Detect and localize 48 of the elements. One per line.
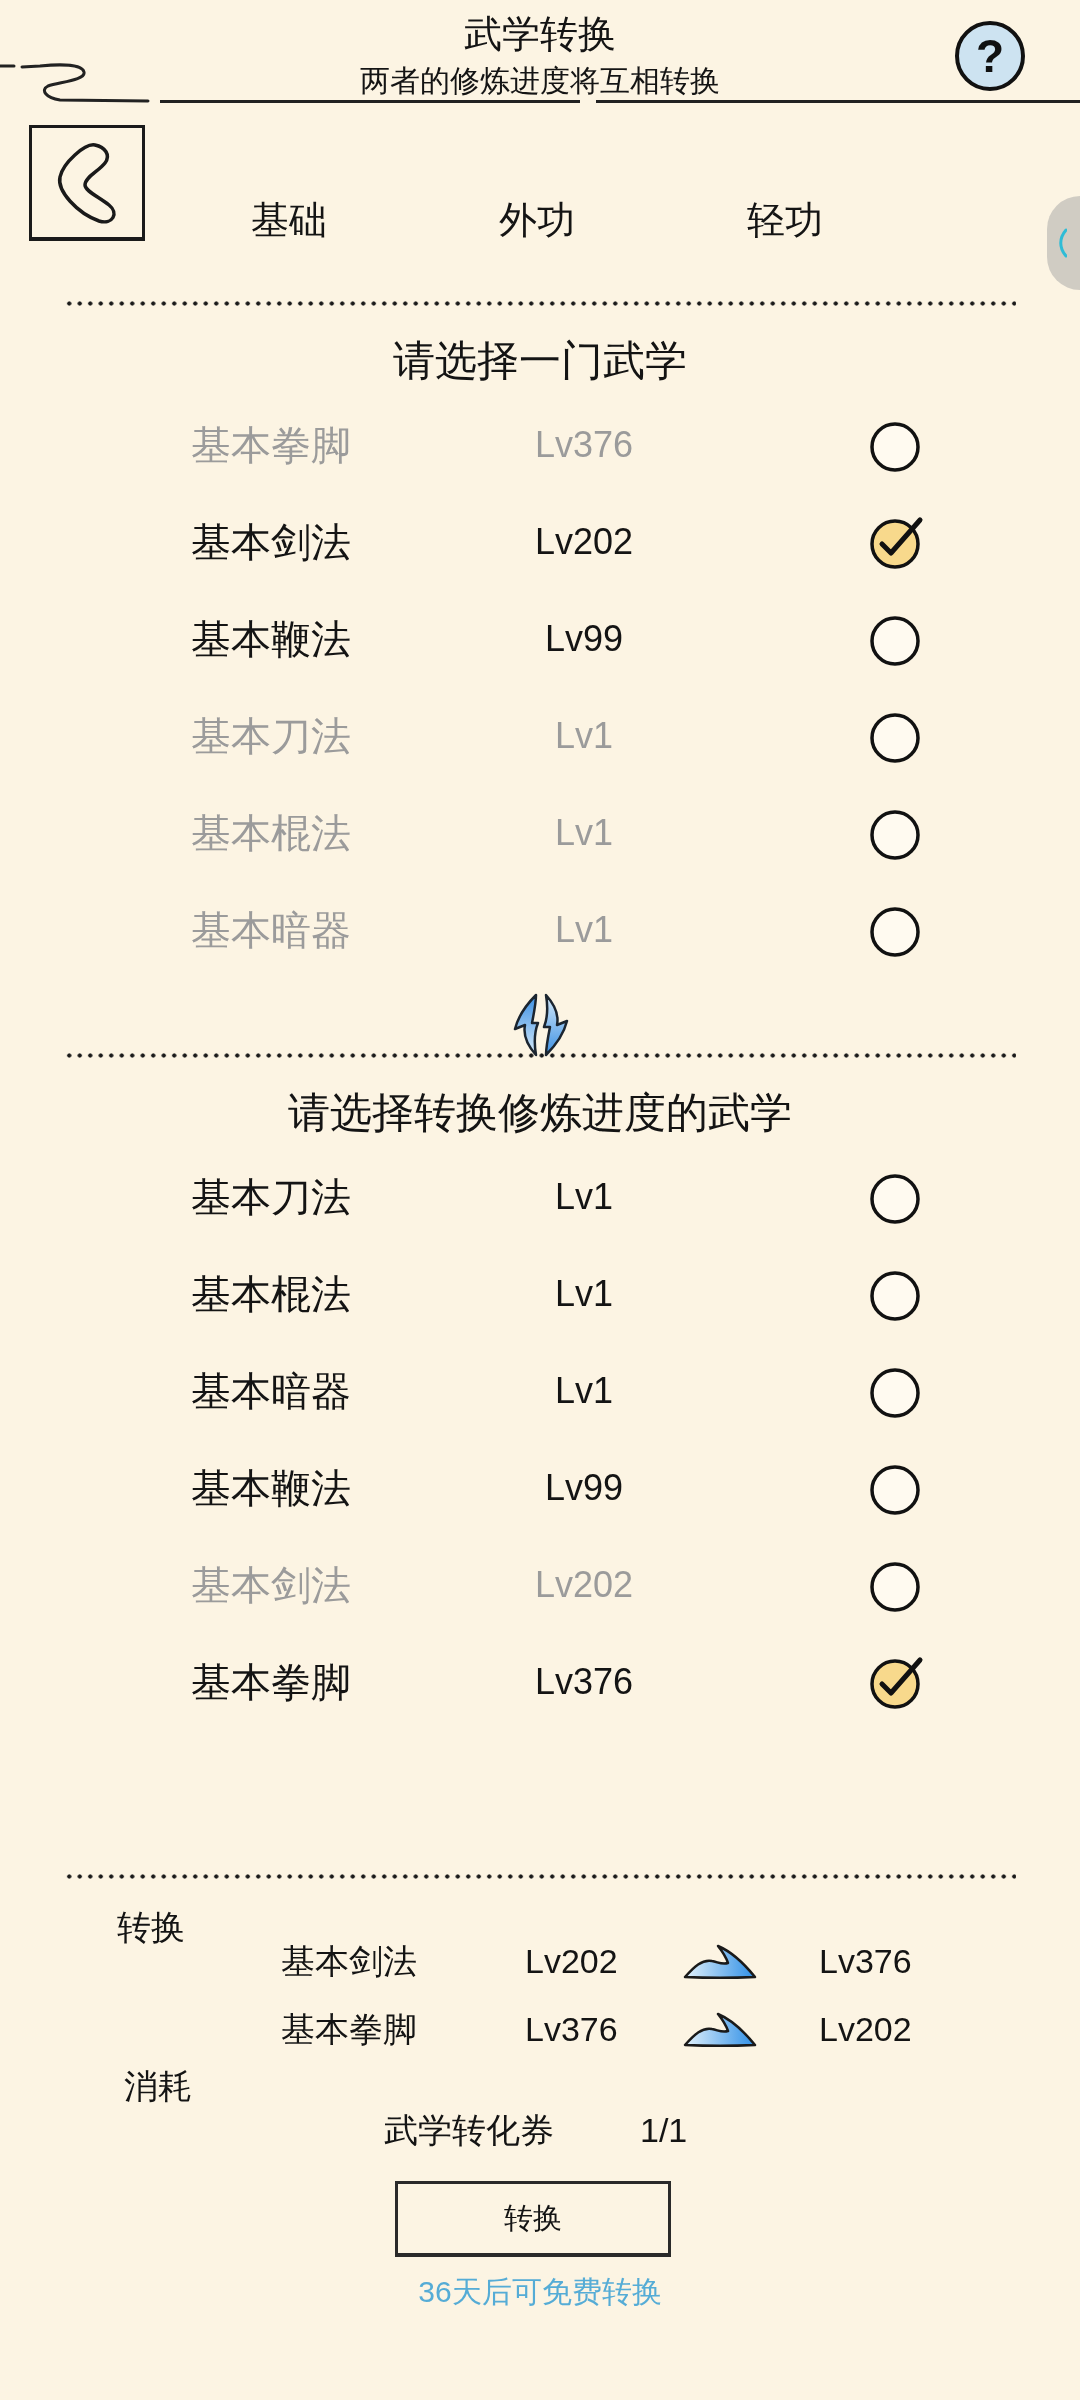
skill-name: 基本鞭法 (191, 615, 351, 663)
skill-name: 基本拳脚 (191, 421, 351, 469)
section-heading: 请选择一门武学 (393, 336, 687, 386)
level-after: Lv376 (819, 1941, 912, 1982)
skill-level: Lv376 (534, 422, 634, 467)
skill-name: 基本棍法 (191, 809, 351, 857)
page-title: 武学转换 (464, 12, 616, 56)
skill-name: 基本暗器 (191, 1367, 351, 1415)
skill-name: 基本剑法 (281, 1941, 417, 1982)
level-before: Lv376 (525, 2009, 618, 2050)
convert-button[interactable]: 转换 (395, 2181, 671, 2257)
skill-level: Lv1 (554, 713, 613, 758)
skill-level: Lv1 (554, 810, 613, 855)
skill-level: Lv376 (534, 1659, 634, 1704)
skill-name: 基本拳脚 (191, 1658, 351, 1706)
skill-name: 基本鞭法 (191, 1464, 351, 1512)
section-label: 转换 (117, 1907, 185, 1948)
level-after: Lv202 (819, 2009, 912, 2050)
level-before: Lv202 (525, 1941, 618, 1982)
item-name: 武学转化券 (384, 2110, 554, 2151)
tab[interactable]: 轻功 (747, 198, 823, 242)
item-count: 1/1 (640, 2110, 688, 2151)
skill-level: Lv1 (554, 1271, 613, 1316)
skill-name: 基本暗器 (191, 906, 351, 954)
free-convert-note: 36天后可免费转换 (418, 2274, 662, 2310)
skill-name: 基本刀法 (191, 712, 351, 760)
skill-level: Lv99 (544, 1465, 624, 1510)
skill-name: 基本剑法 (191, 1561, 351, 1609)
skill-level: Lv202 (534, 1562, 634, 1607)
skill-name: 基本拳脚 (281, 2009, 417, 2050)
skill-level: Lv1 (554, 907, 613, 952)
skill-name: 基本刀法 (191, 1173, 351, 1221)
skill-name: 基本棍法 (191, 1270, 351, 1318)
section-label: 消耗 (124, 2066, 192, 2107)
skill-level: Lv202 (534, 519, 634, 564)
skill-level: Lv1 (554, 1174, 613, 1219)
tab[interactable]: 外功 (499, 198, 575, 242)
arc-icon (1057, 228, 1067, 258)
swap-arrows-icon (512, 993, 570, 1057)
skill-name: 基本剑法 (191, 518, 351, 566)
tab[interactable]: 基础 (251, 198, 327, 242)
section-heading: 请选择转换修炼进度的武学 (288, 1088, 792, 1138)
page-subtitle: 两者的修炼进度将互相转换 (360, 63, 720, 99)
help-button[interactable]: ? (955, 21, 1025, 91)
back-icon (55, 140, 119, 225)
skill-level: Lv99 (544, 616, 624, 661)
back-button[interactable] (29, 125, 145, 241)
skill-level: Lv1 (554, 1368, 613, 1413)
